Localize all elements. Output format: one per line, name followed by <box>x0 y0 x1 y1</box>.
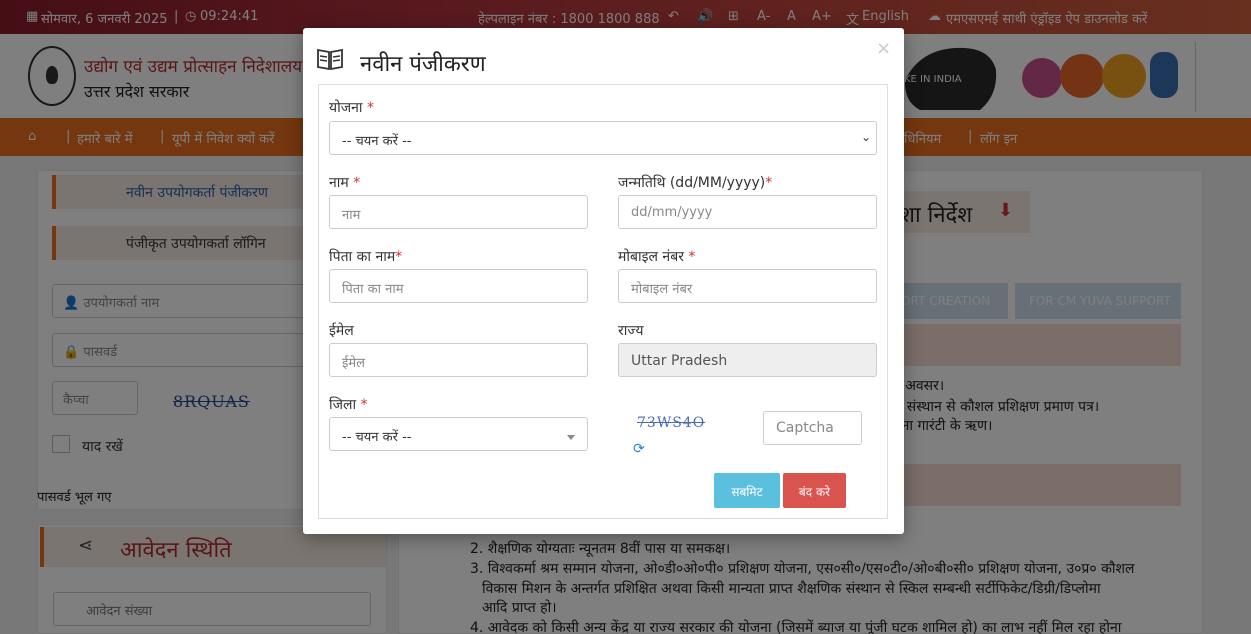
dob-input[interactable]: dd/mm/yyyy <box>618 195 877 229</box>
close-button[interactable]: बंद करे <box>783 473 846 508</box>
modal-title: नवीन पंजीकरण <box>360 52 486 77</box>
registration-modal: नवीन पंजीकरण × योजना * -- चयन करें -- ⌄ … <box>303 28 904 534</box>
caret-down-icon <box>567 435 575 440</box>
district-label: जिला * <box>329 397 368 413</box>
modal-header: नवीन पंजीकरण × <box>303 28 904 84</box>
submit-button[interactable]: सबमिट <box>714 473 780 508</box>
book-icon <box>317 48 343 70</box>
mobile-label: मोबाइल नंबर * <box>618 249 696 265</box>
name-label: नाम * <box>329 175 361 191</box>
close-icon[interactable]: × <box>876 38 891 59</box>
father-name-label: पिता का नाम* <box>329 249 403 265</box>
captcha-input[interactable]: Captcha <box>763 411 862 445</box>
refresh-icon[interactable]: ⟳ <box>633 441 645 457</box>
dob-label: जन्मतिथि (dd/MM/yyyy)* <box>618 175 773 191</box>
mobile-input[interactable]: मोबाइल नंबर <box>618 269 877 303</box>
state-label: राज्य <box>618 323 644 339</box>
captcha-image: 73WS4O <box>637 415 706 431</box>
email-input[interactable]: ईमेल <box>329 343 588 377</box>
chevron-down-icon: ⌄ <box>861 130 872 144</box>
scheme-selected-value: -- चयन करें -- <box>342 134 412 149</box>
name-input[interactable]: नाम <box>329 195 588 229</box>
state-input: Uttar Pradesh <box>618 343 877 377</box>
scheme-select[interactable]: -- चयन करें -- <box>329 121 877 155</box>
registration-form: योजना * -- चयन करें -- ⌄ नाम * नाम जन्मत… <box>318 84 888 519</box>
district-selected-value: -- चयन करें -- <box>342 430 412 445</box>
email-label: ईमेल <box>329 323 354 339</box>
district-select[interactable]: -- चयन करें -- <box>329 417 588 451</box>
scheme-label: योजना * <box>329 100 374 116</box>
father-name-input[interactable]: पिता का नाम <box>329 269 588 303</box>
required-mark: * <box>366 100 374 116</box>
